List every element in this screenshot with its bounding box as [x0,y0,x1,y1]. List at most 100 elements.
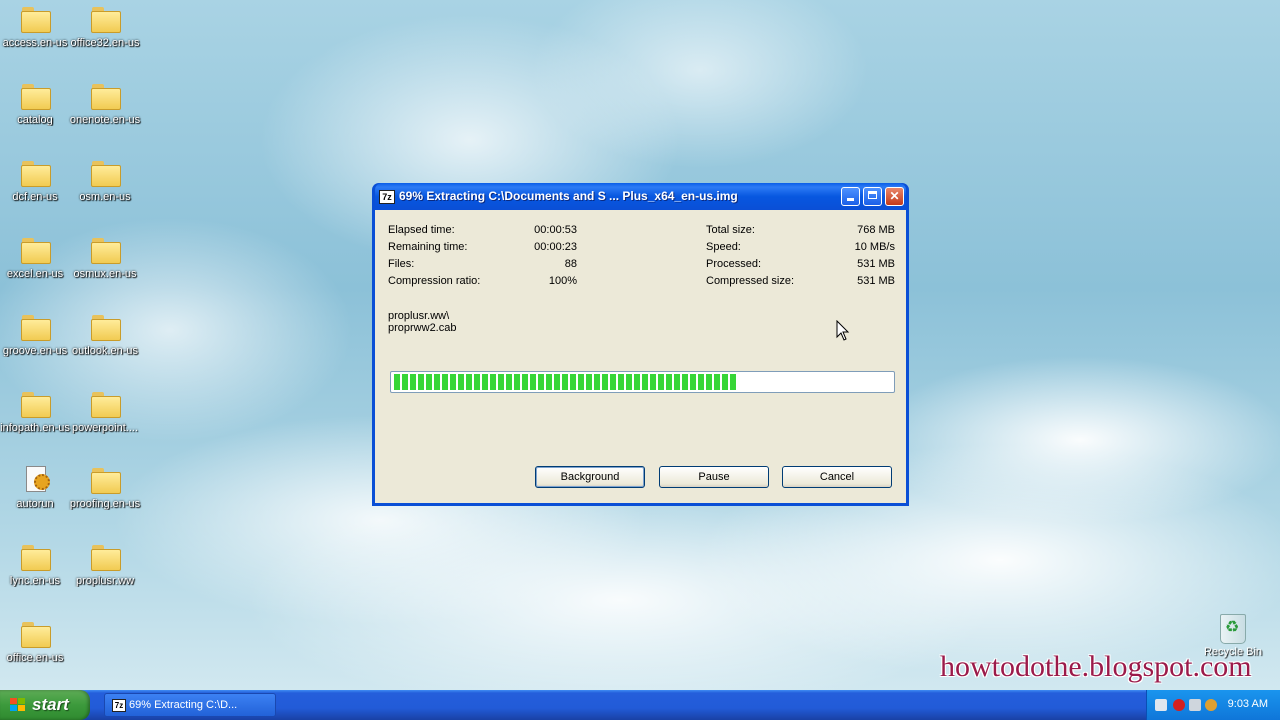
total-size-value: 768 MB [857,224,895,236]
7zip-app-icon: 7z [112,699,126,712]
desktop-icon-label: catalog [17,114,53,126]
recycle-bin-icon [1220,614,1246,644]
pause-button[interactable]: Pause [659,466,769,488]
volume-icon[interactable] [1205,699,1217,711]
desktop-icon-dcf[interactable]: dcf.en-us [0,157,72,203]
processed-value: 531 MB [857,258,895,270]
compression-ratio-label: Compression ratio: [388,275,481,287]
desktop-icon-label: access.en-us [2,37,68,49]
folder-icon [89,541,121,573]
background-button[interactable]: Background [535,466,645,488]
folder-icon [19,618,51,650]
folder-icon [19,388,51,420]
folder-icon [89,80,121,112]
folder-icon [89,388,121,420]
taskbar-item-extract-window[interactable]: 7z 69% Extracting C:\D... [104,693,276,717]
desktop-icon-label: osmux.en-us [73,268,137,280]
cancel-button[interactable]: Cancel [782,466,892,488]
folder-icon [19,80,51,112]
current-file: proprww2.cab [388,322,457,334]
extraction-progress-bar [390,371,895,393]
desktop-icon-label: infopath.en-us [0,422,70,434]
blog-watermark: howtodothe.blogspot.com [940,650,1252,683]
desktop-icon-access[interactable]: access.en-us [0,3,72,49]
network-icon[interactable] [1189,699,1201,711]
desktop-icon-lync[interactable]: lync.en-us [0,541,72,587]
folder-icon [19,234,51,266]
window-title: 69% Extracting C:\Documents and S ... Pl… [399,189,738,203]
folder-icon [19,157,51,189]
7zip-app-icon: 7z [379,190,395,204]
windows-logo-icon [10,698,26,712]
progress-bar-fill [394,374,737,390]
close-button[interactable]: ✕ [885,187,904,206]
remaining-time-value: 00:00:23 [534,241,577,253]
close-icon: ✕ [889,189,900,203]
folder-icon [19,3,51,35]
desktop-icon-label: excel.en-us [6,268,64,280]
vmware-tray-icon[interactable] [1155,699,1167,711]
folder-icon [89,157,121,189]
desktop-icon-excel[interactable]: excel.en-us [0,234,72,280]
start-button[interactable]: start [0,690,90,720]
desktop-icon-label: proplusr.ww [75,575,135,587]
speed-label: Speed: [706,241,741,253]
elapsed-time-value: 00:00:53 [534,224,577,236]
desktop-icon-office32[interactable]: office32.en-us [68,3,142,49]
remaining-time-label: Remaining time: [388,241,468,253]
minimize-icon [847,198,854,201]
desktop-icon-office[interactable]: office.en-us [0,618,72,664]
security-shield-icon[interactable] [1173,699,1185,711]
desktop-icon-osmux[interactable]: osmux.en-us [68,234,142,280]
desktop-icon-proofing[interactable]: proofing.en-us [68,464,142,510]
desktop-icon-catalog[interactable]: catalog [0,80,72,126]
title-bar[interactable]: 7z 69% Extracting C:\Documents and S ...… [375,183,906,210]
desktop-icon-infopath[interactable]: infopath.en-us [0,388,72,434]
desktop-icon-label: outlook.en-us [71,345,139,357]
taskbar-item-label: 69% Extracting C:\D... [129,699,238,711]
desktop-icon-label: office.en-us [6,652,64,664]
desktop-icon-label: dcf.en-us [12,191,58,203]
speed-value: 10 MB/s [854,241,895,253]
taskbar: start 7z 69% Extracting C:\D... 9:03 AM [0,690,1280,720]
desktop-icon-powerpoint[interactable]: powerpoint.... [68,388,142,434]
autorun-file-icon [19,464,51,496]
folder-icon [89,234,121,266]
folder-icon [19,541,51,573]
desktop-icon-onenote[interactable]: onenote.en-us [68,80,142,126]
window-body: Elapsed time: 00:00:53 Remaining time: 0… [375,210,906,503]
maximize-button[interactable] [863,187,882,206]
desktop-icon-label: powerpoint.... [71,422,139,434]
files-label: Files: [388,258,415,270]
compressed-size-label: Compressed size: [706,275,795,287]
desktop-icon-label: osm.en-us [79,191,131,203]
extract-progress-window: 7z 69% Extracting C:\Documents and S ...… [372,183,909,506]
folder-icon [89,3,121,35]
desktop-icon-label: groove.en-us [2,345,68,357]
desktop-icon-label: office32.en-us [70,37,140,49]
desktop-icon-label: lync.en-us [9,575,61,587]
desktop-icon-osm[interactable]: osm.en-us [68,157,142,203]
start-label: start [32,695,69,714]
compression-ratio-value: 100% [548,275,577,287]
desktop-icon-autorun[interactable]: autorun [0,464,72,510]
total-size-label: Total size: [706,224,755,236]
folder-icon [19,311,51,343]
taskbar-clock[interactable]: 9:03 AM [1228,698,1268,710]
folder-icon [89,464,121,496]
processed-label: Processed: [706,258,762,270]
desktop-icon-label: proofing.en-us [69,498,141,510]
folder-icon [89,311,121,343]
maximize-icon [868,191,877,199]
files-value: 88 [564,258,577,270]
desktop-icon-outlook[interactable]: outlook.en-us [68,311,142,357]
current-folder: proplusr.ww\ [388,310,450,322]
mouse-cursor-icon [836,320,850,341]
system-tray: 9:03 AM [1146,690,1280,720]
minimize-button[interactable] [841,187,860,206]
desktop-icon-proplusr[interactable]: proplusr.ww [68,541,142,587]
elapsed-time-label: Elapsed time: [388,224,455,236]
desktop-icon-groove[interactable]: groove.en-us [0,311,72,357]
desktop-icon-label: onenote.en-us [69,114,141,126]
compressed-size-value: 531 MB [857,275,895,287]
